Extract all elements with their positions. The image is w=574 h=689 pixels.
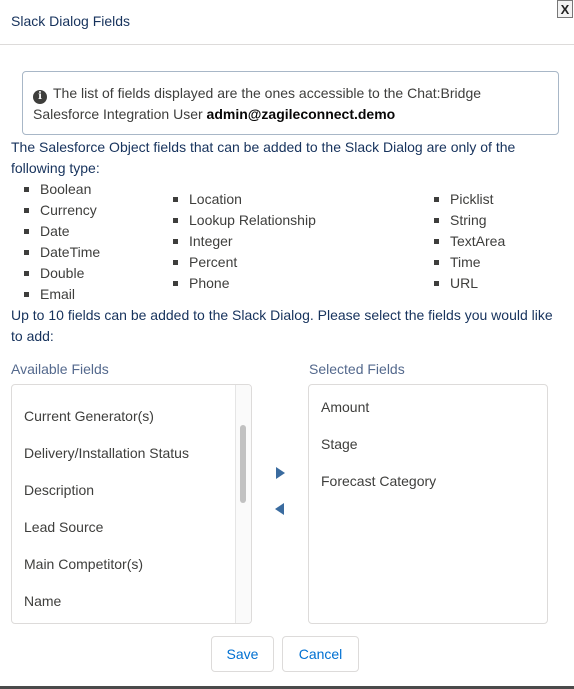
available-field-option[interactable]: Current Generator(s): [24, 408, 154, 424]
available-fields-label: Available Fields: [11, 361, 109, 377]
field-type-item: TextArea: [432, 231, 505, 252]
info-icon: i: [33, 90, 47, 104]
field-type-item: URL: [432, 273, 505, 294]
field-type-item: Phone: [171, 273, 316, 294]
save-button[interactable]: Save: [211, 636, 274, 672]
integration-user: admin@zagileconnect.demo: [206, 106, 396, 122]
available-field-option[interactable]: Description: [24, 482, 94, 498]
selected-field-option[interactable]: Forecast Category: [321, 473, 436, 489]
field-type-item: Date: [22, 221, 100, 242]
field-type-item: Boolean: [22, 179, 100, 200]
close-button[interactable]: X: [557, 0, 573, 18]
available-field-option[interactable]: Name: [24, 593, 61, 609]
selected-fields-listbox[interactable]: Amount Stage Forecast Category: [308, 384, 548, 624]
field-type-item: Lookup Relationship: [171, 210, 316, 231]
field-types-list-1: Boolean Currency Date DateTime Double Em…: [22, 179, 100, 305]
field-type-item: Currency: [22, 200, 100, 221]
field-types-description: The Salesforce Object fields that can be…: [11, 139, 516, 176]
field-type-item: Picklist: [432, 189, 505, 210]
selected-field-option[interactable]: Amount: [321, 399, 369, 415]
scrollbar-thumb[interactable]: [240, 425, 246, 503]
dialog-title: Slack Dialog Fields: [11, 13, 131, 29]
field-limit-text: Up to 10 fields can be added to the Slac…: [11, 307, 553, 344]
field-type-item: Double: [22, 263, 100, 284]
slack-dialog-fields-modal: Slack Dialog Fields X i The list of field…: [0, 0, 574, 689]
selected-field-option[interactable]: Stage: [321, 436, 358, 452]
move-right-arrow-icon[interactable]: [276, 467, 285, 479]
move-left-arrow-icon[interactable]: [275, 503, 284, 515]
info-box: i The list of fields displayed are the on…: [22, 71, 559, 135]
available-field-option[interactable]: Lead Source: [24, 519, 103, 535]
field-type-item: Integer: [171, 231, 316, 252]
selected-fields-label: Selected Fields: [309, 361, 405, 377]
available-fields-listbox[interactable]: Current Generator(s) Delivery/Installati…: [11, 384, 252, 624]
field-type-item: DateTime: [22, 242, 100, 263]
header-divider: [0, 44, 574, 45]
field-types-list-2: Location Lookup Relationship Integer Per…: [171, 189, 316, 294]
cancel-button[interactable]: Cancel: [282, 636, 359, 672]
available-field-option[interactable]: Delivery/Installation Status: [24, 445, 189, 461]
field-type-item: Location: [171, 189, 316, 210]
field-type-item: String: [432, 210, 505, 231]
field-types-list-3: Picklist String TextArea Time URL: [432, 189, 505, 294]
available-field-option[interactable]: Main Competitor(s): [24, 556, 143, 572]
available-fields-scrollbar[interactable]: [235, 385, 251, 623]
field-type-item: Email: [22, 284, 100, 305]
field-type-item: Time: [432, 252, 505, 273]
field-type-item: Percent: [171, 252, 316, 273]
